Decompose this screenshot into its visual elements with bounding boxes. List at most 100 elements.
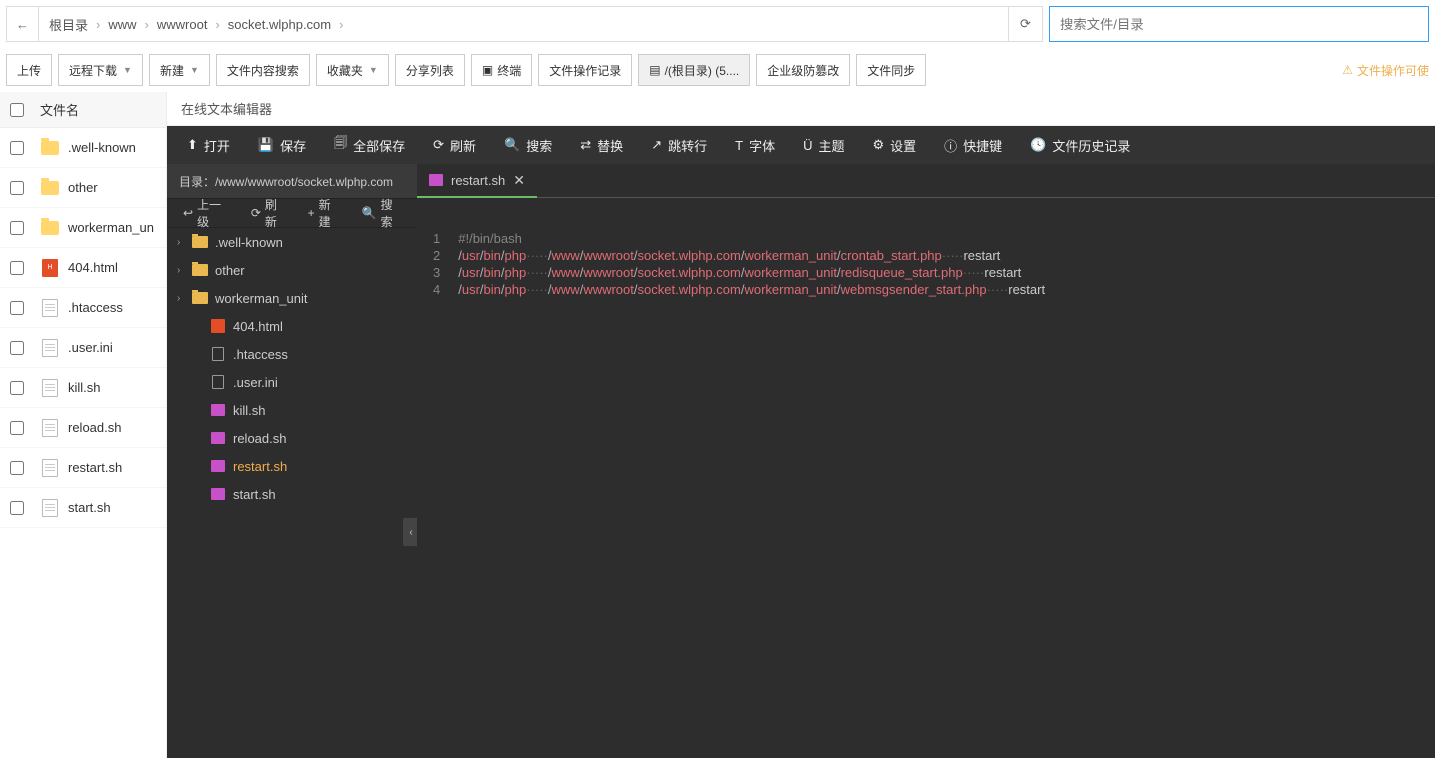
shell-file-icon [211,432,225,444]
tree-item[interactable]: › .well-known [167,228,417,256]
collapse-sidebar-button[interactable]: ‹ [403,518,417,546]
code-content[interactable]: #!/bin/bash /usr/bin/php·····/www/wwwroo… [450,228,1053,300]
terminal-icon: ▣ [482,63,493,77]
file-icon [42,499,58,517]
select-all-checkbox[interactable] [10,103,24,117]
file-row[interactable]: workerman_un [0,208,166,248]
tree-item[interactable]: ›workerman_unit [167,284,417,312]
file-row[interactable]: reload.sh [0,408,166,448]
terminal-button[interactable]: ▣终端 [471,54,532,86]
code-editor[interactable]: 1234 #!/bin/bash /usr/bin/php·····/www/w… [417,228,1435,300]
tab-label: restart.sh [451,173,505,188]
editor-title: 在线文本编辑器 [167,92,1435,126]
row-checkbox[interactable] [10,181,24,195]
tree-search-button[interactable]: 🔍搜索 [352,198,411,228]
breadcrumb-www[interactable]: www [108,17,136,32]
breadcrumb: 根目录 › www › wwwroot › socket.wlphp.com › [39,7,1008,41]
tree-item-label: kill.sh [233,403,266,418]
tree-new-button[interactable]: +新建 [298,198,350,228]
editor-save-all-button[interactable]: 🗐全部保存 [320,126,419,164]
tree-item-label: .user.ini [233,375,278,390]
breadcrumb-wwwroot[interactable]: wwwroot [157,17,208,32]
favorites-button[interactable]: 收藏夹▼ [316,54,389,86]
file-icon [42,419,58,437]
file-name: restart.sh [68,460,122,475]
content-search-button[interactable]: 文件内容搜索 [216,54,310,86]
file-name: 404.html [68,260,118,275]
file-row[interactable]: .htaccess [0,288,166,328]
refresh-button[interactable]: ⟳ [1008,7,1042,41]
caret-down-icon: ▼ [190,65,199,75]
disk-icon: ▤ [649,63,660,77]
file-name: other [68,180,98,195]
remote-download-button[interactable]: 远程下载▼ [58,54,143,86]
row-checkbox[interactable] [10,461,24,475]
share-list-button[interactable]: 分享列表 [395,54,465,86]
tree-item[interactable]: 404.html [167,312,417,340]
breadcrumb-root[interactable]: 根目录 [49,15,88,34]
html-file-icon [211,319,225,333]
chevron-right-icon: › [177,237,191,248]
tree-item[interactable]: start.sh [167,480,417,508]
file-row[interactable]: restart.sh [0,448,166,488]
file-row[interactable]: H404.html [0,248,166,288]
file-tree: › .well-known ›other›workerman_unit404.htm… [167,228,417,758]
file-icon [42,339,58,357]
file-row[interactable]: other [0,168,166,208]
tree-refresh-button[interactable]: ⟳刷新 [241,198,296,228]
tree-up-button[interactable]: ↩上一级 [173,198,239,228]
row-checkbox[interactable] [10,261,24,275]
operation-log-button[interactable]: 文件操作记录 [538,54,632,86]
filename-column-header[interactable]: 文件名 [40,100,79,119]
tree-item[interactable]: .user.ini [167,368,417,396]
disk-root-button[interactable]: ▤/(根目录) (5.... [638,54,750,86]
editor-replace-button[interactable]: ⇄替换 [566,126,637,164]
tree-item-label: other [215,263,245,278]
file-row[interactable]: .well-known [0,128,166,168]
editor-shortcut-button[interactable]: ⓘ快捷键 [930,126,1016,164]
tree-item[interactable]: reload.sh [167,424,417,452]
tree-item-label: .well-known [215,235,283,250]
tree-item[interactable]: .htaccess [167,340,417,368]
editor-toolbar: ⬆打开 💾保存 🗐全部保存 ⟳刷新 🔍搜索 ⇄替换 ↗跳转行 T字体 Ü主题 ⚙… [167,126,1435,164]
row-checkbox[interactable] [10,421,24,435]
tree-item[interactable]: ›other [167,256,417,284]
tamper-proof-button[interactable]: 企业级防篡改 [756,54,850,86]
editor-goto-button[interactable]: ↗跳转行 [637,126,721,164]
chevron-right-icon: › [145,17,149,32]
file-name: reload.sh [68,420,121,435]
upload-button[interactable]: 上传 [6,54,52,86]
new-button[interactable]: 新建▼ [149,54,210,86]
tree-item[interactable]: restart.sh [167,452,417,480]
file-sync-button[interactable]: 文件同步 [856,54,926,86]
search-input[interactable] [1049,6,1429,42]
refresh-icon: ⟳ [251,206,261,220]
file-icon [212,347,224,361]
row-checkbox[interactable] [10,501,24,515]
file-row[interactable]: .user.ini [0,328,166,368]
tree-item[interactable]: kill.sh [167,396,417,424]
row-checkbox[interactable] [10,381,24,395]
file-row[interactable]: kill.sh [0,368,166,408]
close-icon[interactable]: ✕ [513,172,525,189]
breadcrumb-domain[interactable]: socket.wlphp.com [228,17,331,32]
editor-tab-restart[interactable]: restart.sh ✕ [417,164,537,198]
editor-theme-button[interactable]: Ü主题 [789,126,858,164]
editor-refresh-button[interactable]: ⟳刷新 [419,126,490,164]
editor-open-button[interactable]: ⬆打开 [173,126,244,164]
editor-settings-button[interactable]: ⚙设置 [858,126,930,164]
theme-icon: Ü [803,138,812,153]
search-icon: 🔍 [504,137,520,153]
row-checkbox[interactable] [10,341,24,355]
row-checkbox[interactable] [10,301,24,315]
editor-font-button[interactable]: T字体 [721,126,789,164]
row-checkbox[interactable] [10,141,24,155]
back-button[interactable]: ← [7,7,39,41]
editor-search-button[interactable]: 🔍搜索 [490,126,566,164]
row-checkbox[interactable] [10,221,24,235]
editor-save-button[interactable]: 💾保存 [244,126,320,164]
editor-history-button[interactable]: 🕓文件历史记录 [1016,126,1144,164]
file-row[interactable]: start.sh [0,488,166,528]
info-icon: ⓘ [944,136,957,155]
file-icon [212,375,224,389]
